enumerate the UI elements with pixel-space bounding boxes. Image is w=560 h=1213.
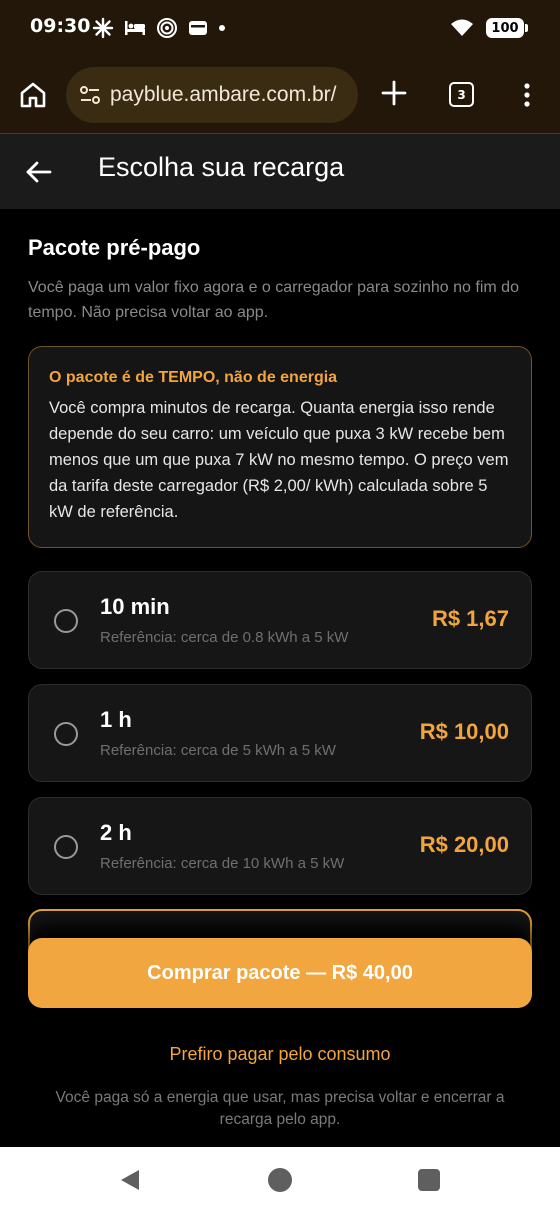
pay-by-consumption-description: Você paga só a energia que usar, mas pre… xyxy=(55,1089,505,1128)
option-name: 2 h xyxy=(100,820,132,845)
nav-recents-icon[interactable] xyxy=(418,1169,440,1191)
target-icon xyxy=(157,18,177,38)
buy-package-button[interactable]: Comprar pacote — R$ 40,00 xyxy=(28,938,532,1008)
wallet-icon xyxy=(189,21,207,35)
info-callout: O pacote é de TEMPO, não de energia Você… xyxy=(28,346,532,548)
package-option-10min[interactable]: 10 min Referência: cerca de 0.8 kWh a 5 … xyxy=(28,571,532,669)
browser-chrome: 09:30 100 payblue.ambare.com.br/ 3 xyxy=(0,0,560,134)
radio-button[interactable] xyxy=(54,722,78,746)
battery-icon: 100 xyxy=(486,18,528,38)
option-reference: Referência: cerca de 10 kWh a 5 kW xyxy=(100,855,345,872)
new-tab-icon[interactable] xyxy=(380,79,408,107)
option-name: 1 h xyxy=(100,707,132,732)
status-time: 09:30 xyxy=(30,15,91,37)
option-reference: Referência: cerca de 5 kWh a 5 kW xyxy=(100,742,336,759)
bed-icon xyxy=(125,21,145,35)
option-price: R$ 1,67 xyxy=(431,606,509,631)
dot-icon xyxy=(219,25,225,31)
option-price: R$ 10,00 xyxy=(419,719,509,744)
back-arrow-icon[interactable] xyxy=(24,157,54,187)
page-title: Escolha sua recarga xyxy=(98,152,345,182)
nav-home-icon[interactable] xyxy=(268,1168,292,1192)
app-header: Escolha sua recarga xyxy=(0,134,560,209)
url-bar[interactable]: payblue.ambare.com.br/ xyxy=(66,67,358,123)
status-icons-right: 100 xyxy=(450,14,528,42)
url-text[interactable]: payblue.ambare.com.br/ xyxy=(110,83,336,107)
home-icon[interactable] xyxy=(18,80,48,110)
info-title: O pacote é de TEMPO, não de energia xyxy=(49,369,338,386)
main-content: Pacote pré-pago Você paga um valor fixo … xyxy=(0,209,560,1147)
option-price: R$ 20,00 xyxy=(419,832,509,857)
option-reference: Referência: cerca de 0.8 kWh a 5 kW xyxy=(100,629,349,646)
pinwheel-icon xyxy=(92,17,114,39)
radio-button[interactable] xyxy=(54,835,78,859)
wifi-icon xyxy=(451,19,473,36)
nav-back-icon[interactable] xyxy=(118,1168,142,1192)
status-icons-left xyxy=(92,14,226,42)
more-menu-icon[interactable] xyxy=(516,81,538,109)
pay-by-consumption-link[interactable]: Prefiro pagar pelo consumo xyxy=(0,1044,560,1065)
option-name: 10 min xyxy=(100,594,170,619)
status-bar: 09:30 100 xyxy=(0,0,560,56)
info-body: Você compra minutos de recarga. Quanta e… xyxy=(49,399,509,521)
tab-switcher-button[interactable]: 3 xyxy=(449,82,474,107)
radio-button[interactable] xyxy=(54,609,78,633)
package-option-1h[interactable]: 1 h Referência: cerca de 5 kWh a 5 kW R$… xyxy=(28,684,532,782)
package-option-2h[interactable]: 2 h Referência: cerca de 10 kWh a 5 kW R… xyxy=(28,797,532,895)
site-settings-icon[interactable] xyxy=(78,83,102,107)
browser-toolbar: payblue.ambare.com.br/ 3 xyxy=(0,62,560,126)
system-nav-bar xyxy=(0,1147,560,1213)
section-description: Você paga um valor fixo agora e o carreg… xyxy=(28,279,519,321)
section-title: Pacote pré-pago xyxy=(28,235,201,260)
